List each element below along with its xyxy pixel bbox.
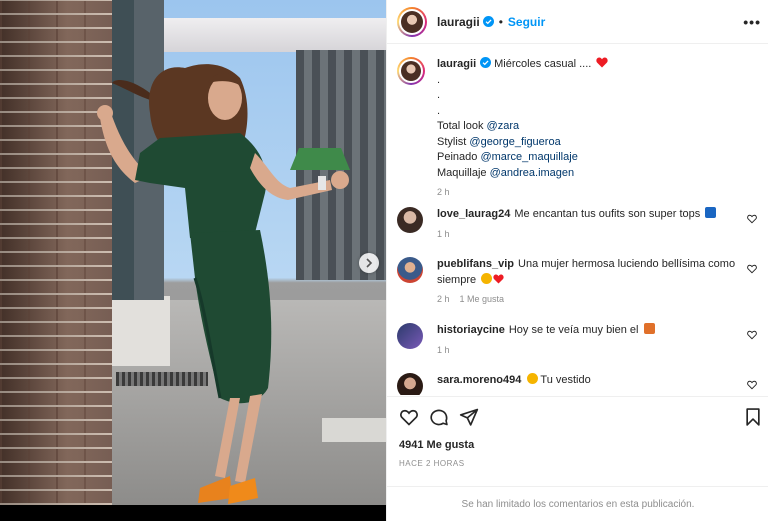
avatar-face — [401, 10, 423, 33]
comment-text: historiaycine Hoy se te veía muy bien el — [437, 323, 655, 339]
like-comment-heart-icon[interactable] — [747, 380, 757, 390]
verified-badge-icon — [482, 16, 494, 27]
header-separator: • — [498, 14, 503, 29]
post-timestamp[interactable]: HACE 2 HORAS — [399, 459, 465, 468]
caption-username[interactable]: lauragii — [437, 58, 476, 70]
credit-label: Peinado — [437, 151, 478, 163]
caption-dot-2: . — [437, 89, 441, 101]
comment-meta: 2 h 1 Me gusta — [437, 294, 737, 304]
verified-badge-icon — [480, 57, 492, 68]
like-comment-heart-icon[interactable] — [747, 264, 757, 274]
post-header: lauragii • Seguir ••• — [387, 0, 768, 44]
like-comment-heart-icon[interactable] — [747, 330, 757, 340]
caption-body: Miércoles casual .... — [494, 58, 592, 70]
credit-line: Maquillaje @andrea.imagen — [437, 166, 608, 182]
caption-dot-3: . — [437, 104, 441, 117]
comment-item: pueblifans_vip Una mujer hermosa luciendo… — [397, 257, 759, 304]
comment-body: Me encantan tus oufits son super tops — [514, 208, 701, 220]
action-bar — [387, 396, 768, 436]
woman-figure — [97, 64, 349, 504]
comment-time: 1 h — [437, 228, 450, 239]
credit-label: Maquillaje — [437, 166, 487, 179]
caption-avatar-inner — [399, 59, 423, 83]
comments-list[interactable]: lauragii Miércoles casual .... . . . Tota… — [387, 45, 768, 395]
caption-avatar-face — [401, 61, 421, 81]
heart-eyes-emoji-icon — [527, 373, 539, 384]
heart-icon[interactable] — [399, 407, 419, 427]
caption-dot-1: . — [437, 73, 441, 86]
red-heart-emoji-icon — [596, 57, 609, 68]
author-avatar[interactable] — [397, 6, 427, 37]
comment-likes[interactable]: 1 Me gusta — [460, 294, 505, 304]
comment-text: pueblifans_vip Una mujer hermosa luciendo… — [437, 257, 737, 288]
credit-line: Peinado @marce_maquillaje — [437, 150, 608, 166]
canopy — [164, 18, 386, 52]
avatar-inner — [399, 8, 425, 35]
comment-item: historiaycine Hoy se te veía muy bien el … — [397, 323, 759, 355]
bookmark-icon[interactable] — [743, 407, 763, 427]
comment-username[interactable]: pueblifans_vip — [437, 258, 514, 270]
comment-item: love_laurag24 Me encantan tus oufits son … — [397, 207, 759, 239]
photo-scene — [0, 0, 386, 505]
post-panel: lauragii • Seguir ••• lauragii Miércoles … — [386, 0, 768, 521]
comment-item: sara.moreno494 Tu vestido — [397, 373, 759, 395]
comment-username[interactable]: love_laurag24 — [437, 208, 510, 220]
comment-meta: 1 h — [437, 345, 655, 355]
caption: lauragii Miércoles casual .... . . . Tota… — [397, 57, 759, 197]
next-arrow-icon — [366, 258, 373, 268]
comment-body: Tu vestido — [540, 374, 591, 386]
commenter-avatar[interactable] — [397, 323, 423, 349]
flexed-biceps-emoji-icon — [705, 207, 717, 218]
next-photo-button[interactable] — [359, 253, 379, 273]
credit-line: Total look @zara — [437, 119, 608, 135]
likes-count[interactable]: 4941 Me gusta — [399, 439, 474, 451]
comment-meta: 1 h — [437, 229, 716, 239]
red-heart-emoji-icon — [493, 273, 504, 284]
instagram-post: lauragii • Seguir ••• lauragii Miércoles … — [0, 0, 768, 521]
comments-limited-notice: Se han limitado los comentarios en esta … — [387, 486, 768, 521]
commenter-avatar[interactable] — [397, 257, 423, 283]
caption-text: lauragii Miércoles casual .... — [437, 57, 609, 73]
caption-time: 2 h — [437, 187, 450, 197]
credit-label: Stylist — [437, 135, 467, 148]
credit-line: Stylist @george_figueroa — [437, 135, 608, 151]
comment-username[interactable]: historiaycine — [437, 324, 505, 336]
commenter-avatar[interactable] — [397, 207, 423, 233]
comment-body: Hoy se te veía muy bien el — [508, 324, 639, 336]
credit-label: Total look — [437, 120, 484, 132]
caption-avatar[interactable] — [397, 57, 425, 85]
comment-icon[interactable] — [429, 407, 449, 427]
follow-button[interactable]: Seguir — [508, 15, 545, 29]
comment-text: love_laurag24 Me encantan tus oufits son … — [437, 207, 717, 223]
like-comment-heart-icon[interactable] — [747, 214, 757, 224]
comment-username[interactable]: sara.moreno494 — [437, 374, 521, 386]
mention-link[interactable]: @andrea.imagen — [490, 167, 575, 179]
post-photo[interactable] — [0, 0, 386, 521]
heart-eyes-emoji-icon — [481, 272, 493, 284]
commenter-avatar[interactable] — [397, 373, 423, 395]
comment-time: 2 h — [437, 294, 450, 304]
emoji-icon — [643, 323, 655, 334]
author-username[interactable]: lauragii — [437, 15, 480, 29]
comment-time: 1 h — [437, 344, 450, 355]
share-icon[interactable] — [459, 407, 479, 427]
mention-link[interactable]: @zara — [487, 120, 520, 132]
mention-link[interactable]: @marce_maquillaje — [480, 151, 577, 163]
caption-meta: 2 h — [437, 187, 608, 197]
comment-text: sara.moreno494 Tu vestido — [437, 373, 591, 389]
mention-link[interactable]: @george_figueroa — [469, 136, 560, 148]
more-options-icon[interactable]: ••• — [743, 14, 761, 30]
